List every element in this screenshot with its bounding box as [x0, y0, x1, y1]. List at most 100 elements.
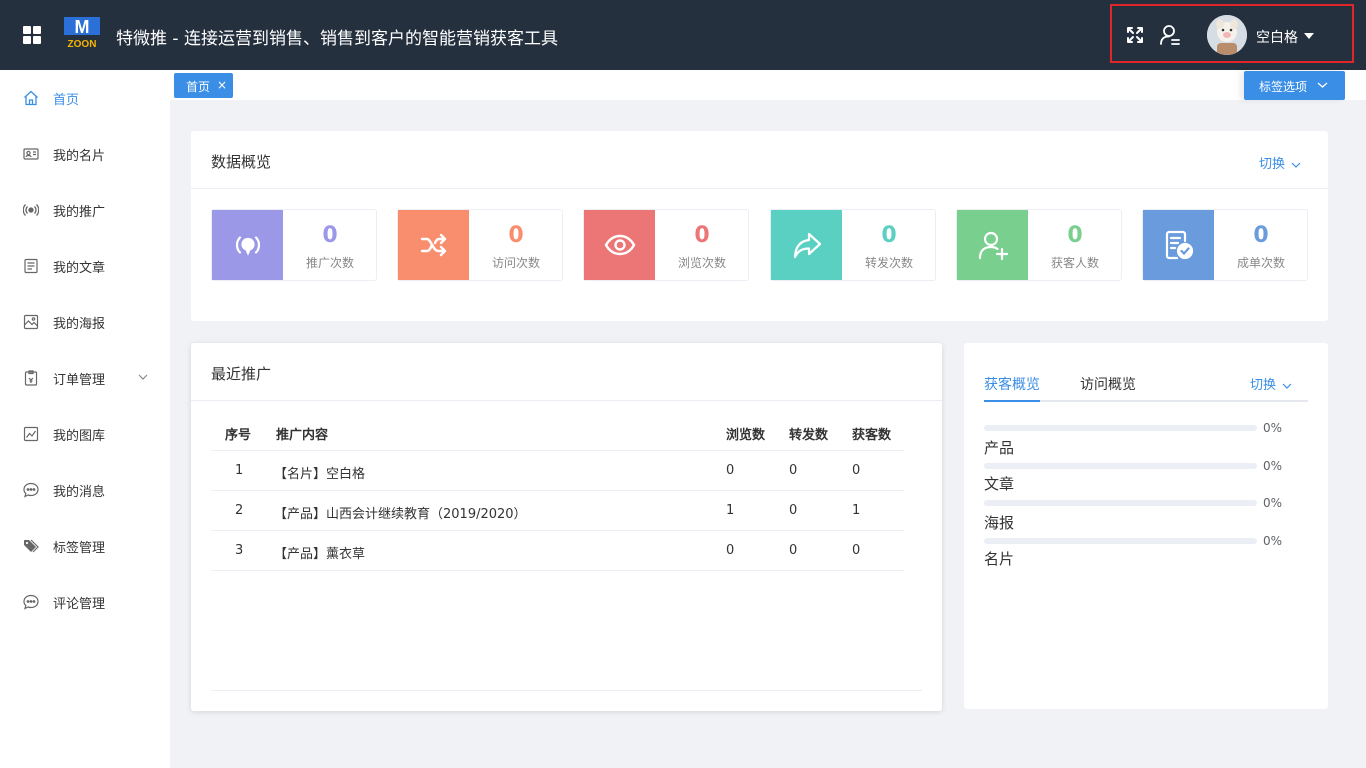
overview-switch-button[interactable]: 切换	[1259, 153, 1301, 172]
row-customers: 0	[852, 463, 861, 478]
stat-promotion[interactable]: 0 推广次数	[211, 209, 377, 281]
active-tab-indicator	[984, 400, 1040, 402]
avatar[interactable]	[1207, 15, 1247, 55]
stat-customers[interactable]: 0 获客人数	[956, 209, 1122, 281]
tab-visit-overview[interactable]: 访问概览	[1080, 374, 1136, 394]
chart-icon	[23, 426, 39, 442]
sidebar-item-orders[interactable]: 订单管理	[0, 350, 170, 406]
stat-label: 访问次数	[491, 256, 540, 270]
stat-views[interactable]: 0 浏览次数	[583, 209, 749, 281]
column-header: 浏览数	[726, 428, 766, 443]
progress-percent: 0%	[1263, 496, 1283, 510]
sidebar-item-label: 标签管理	[53, 541, 106, 556]
table-row[interactable]: 2 【产品】山西会计继续教育（2019/2020） 1 0 1	[211, 491, 904, 531]
sidebar-item-article[interactable]: 我的文章	[0, 238, 170, 294]
progress-label: 名片	[984, 550, 1015, 568]
stat-value: 0	[694, 223, 710, 248]
card-header: 最近推广	[191, 343, 942, 401]
progress-bar: 0%	[984, 459, 1308, 479]
sidebar-item-poster[interactable]: 我的海报	[0, 294, 170, 350]
overview-title: 数据概览	[211, 153, 272, 171]
row-views: 1	[726, 503, 735, 518]
share-icon	[793, 232, 822, 259]
row-content[interactable]: 【产品】薰衣草	[274, 543, 365, 562]
tags-option-label: 标签选项	[1259, 80, 1308, 94]
tab-acquire-overview[interactable]: 获客概览	[984, 374, 1040, 394]
user-profile-icon[interactable]	[1159, 24, 1181, 46]
column-header: 序号	[225, 428, 252, 443]
message-icon	[23, 482, 39, 498]
eye-icon	[604, 234, 636, 256]
sidebar-item-home[interactable]: 首页	[0, 70, 170, 126]
order-icon	[24, 370, 38, 386]
home-icon	[24, 90, 38, 106]
sidebar-item-label: 我的文章	[53, 261, 106, 276]
chevron-down-icon[interactable]	[138, 373, 148, 381]
tags-option-button[interactable]: 标签选项	[1244, 71, 1345, 100]
comment-icon	[23, 594, 39, 610]
stat-shares[interactable]: 0 转发次数	[770, 209, 936, 281]
stat-value: 0	[508, 223, 524, 248]
sidebar: 首页 我的名片 我的推广 我的文章 我的海报 订单管理 我的图库 我的消息 标签…	[0, 70, 170, 768]
sidebar-item-label: 我的海报	[53, 317, 106, 332]
svg-text:ZOON: ZOON	[68, 39, 97, 49]
stat-icon-box	[1143, 210, 1214, 280]
tab-home[interactable]: 首页 ×	[174, 73, 233, 98]
sidebar-item-card[interactable]: 我的名片	[0, 126, 170, 182]
sidebar-item-messages[interactable]: 我的消息	[0, 462, 170, 518]
close-icon[interactable]: ×	[217, 78, 227, 92]
row-shares: 0	[789, 463, 798, 478]
sidebar-item-label: 我的图库	[53, 429, 106, 444]
row-views: 0	[726, 543, 735, 558]
fullscreen-icon[interactable]	[1126, 26, 1144, 44]
column-header: 获客数	[852, 428, 892, 443]
progress-track	[984, 425, 1257, 431]
broadcast-icon	[23, 204, 39, 216]
apps-grid-icon[interactable]	[23, 26, 41, 44]
row-content[interactable]: 【名片】空白格	[274, 463, 365, 482]
row-shares: 0	[789, 543, 798, 558]
sidebar-item-gallery[interactable]: 我的图库	[0, 406, 170, 462]
table-header: 序号 推广内容 浏览数 转发数 获客数	[211, 413, 904, 451]
stat-label: 推广次数	[305, 256, 354, 270]
stat-icon-box	[957, 210, 1028, 280]
sidebar-item-label: 我的名片	[53, 149, 106, 164]
progress-label: 产品	[984, 439, 1015, 457]
sidebar-item-label: 首页	[53, 93, 80, 108]
chevron-down-icon	[1282, 383, 1292, 389]
svg-text:M: M	[75, 17, 90, 37]
stat-visits[interactable]: 0 访问次数	[397, 209, 563, 281]
sidebar-item-label: 评论管理	[53, 597, 106, 612]
sidebar-item-tags[interactable]: 标签管理	[0, 518, 170, 574]
progress-bar: 0%	[984, 534, 1308, 554]
table-row[interactable]: 1 【名片】空白格 0 0 0	[211, 451, 904, 491]
divider	[211, 690, 922, 691]
sidebar-item-promotion[interactable]: 我的推广	[0, 182, 170, 238]
progress-label: 海报	[984, 514, 1015, 532]
stat-value: 0	[1067, 223, 1083, 248]
sidebar-item-label: 订单管理	[53, 373, 106, 388]
progress-percent: 0%	[1263, 421, 1283, 435]
stat-value: 0	[322, 223, 338, 248]
image-icon	[23, 314, 39, 330]
progress-label: 文章	[984, 475, 1015, 493]
column-header: 转发数	[789, 428, 829, 443]
row-customers: 1	[852, 503, 861, 518]
stat-deals[interactable]: 0 成单次数	[1142, 209, 1308, 281]
sidebar-item-comments[interactable]: 评论管理	[0, 574, 170, 630]
order-check-icon	[1165, 230, 1194, 260]
recent-title: 最近推广	[211, 365, 272, 383]
acquire-switch-button[interactable]: 切换	[1250, 374, 1292, 393]
progress-bar: 0%	[984, 496, 1308, 516]
stat-icon-box	[584, 210, 655, 280]
stat-icon-box	[212, 210, 283, 280]
progress-percent: 0%	[1263, 534, 1283, 548]
table-row[interactable]: 3 【产品】薰衣草 0 0 0	[211, 531, 904, 571]
caret-down-icon[interactable]	[1304, 33, 1314, 39]
user-name[interactable]: 空白格	[1256, 27, 1298, 47]
row-content[interactable]: 【产品】山西会计继续教育（2019/2020）	[274, 503, 527, 522]
zoon-logo: M ZOON	[64, 17, 100, 49]
progress-track	[984, 538, 1257, 544]
stat-label: 转发次数	[864, 256, 913, 270]
overview-card: 数据概览 切换 0 推广次数 0 访问次数 0 浏览次数 0 转发次数 0 获客…	[191, 131, 1328, 321]
